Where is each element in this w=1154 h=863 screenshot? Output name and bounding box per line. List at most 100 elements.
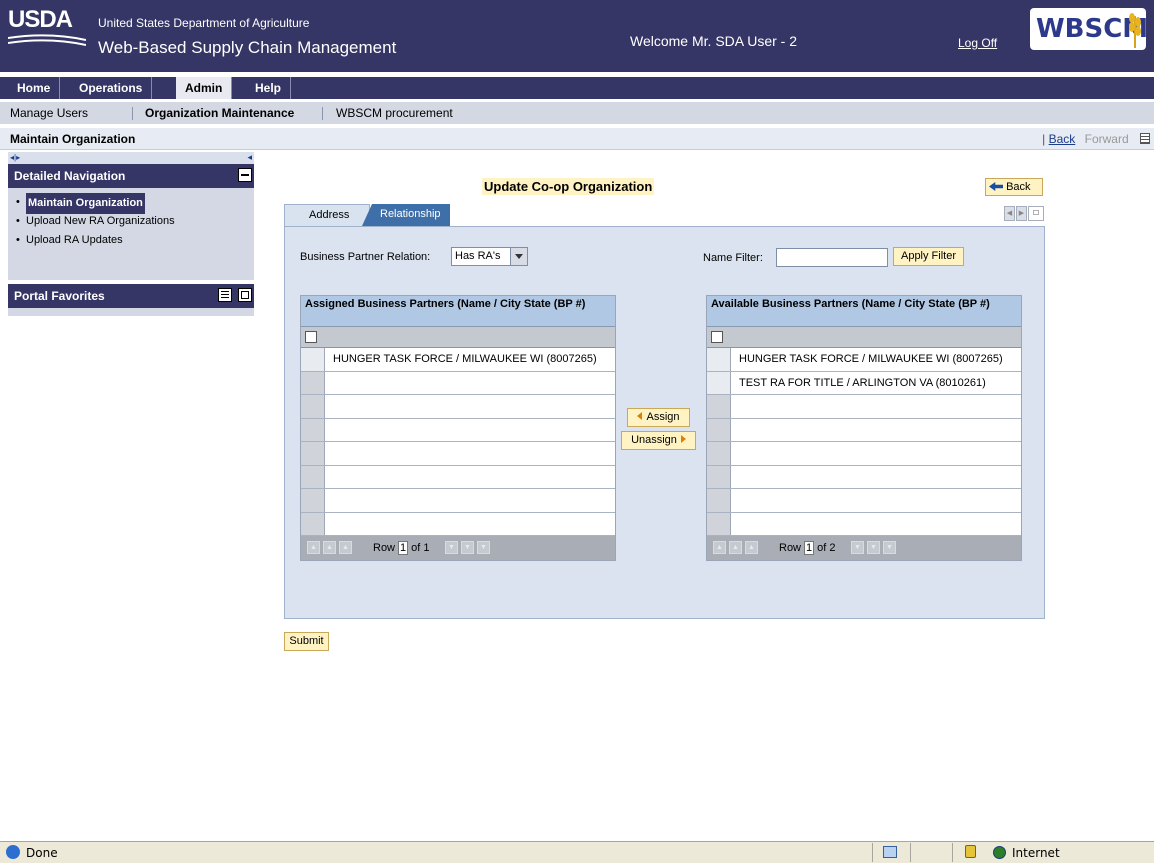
tab-home[interactable]: Home <box>8 77 61 99</box>
next-row-icon[interactable]: ▼ <box>851 541 864 554</box>
first-page-icon[interactable]: ▲ <box>307 541 320 554</box>
prev-row-icon[interactable]: ▲ <box>339 541 352 554</box>
table-row[interactable] <box>301 489 615 513</box>
prev-page-icon[interactable]: ▲ <box>323 541 336 554</box>
table-row[interactable] <box>301 465 615 489</box>
table-row[interactable] <box>707 489 1021 513</box>
security-zone: Internet <box>1012 846 1060 860</box>
row-selector[interactable] <box>301 489 325 512</box>
table-row[interactable] <box>707 465 1021 489</box>
row-selector[interactable] <box>707 418 731 441</box>
collapse-arrow-icon[interactable]: ◂ <box>247 152 252 163</box>
nav-item-upload-new-ra[interactable]: • Upload New RA Organizations <box>16 212 254 231</box>
arrow-right-icon <box>680 435 686 443</box>
row-number-input[interactable]: 1 <box>804 541 815 555</box>
row-selector[interactable] <box>301 418 325 441</box>
row-selector[interactable] <box>301 442 325 465</box>
row-selector[interactable] <box>707 348 731 371</box>
tab-admin[interactable]: Admin <box>176 77 233 99</box>
table-row[interactable] <box>301 442 615 466</box>
table-row[interactable] <box>301 512 615 536</box>
row-number-input[interactable]: 1 <box>398 541 409 555</box>
table-row[interactable] <box>707 512 1021 536</box>
usda-logo: USDA <box>8 8 86 50</box>
expand-arrows-icon[interactable]: ◂|▸ <box>10 153 20 162</box>
table-row[interactable] <box>707 395 1021 419</box>
row-selector[interactable] <box>707 442 731 465</box>
form-title: Update Co-op Organization <box>482 178 655 195</box>
last-page-icon[interactable]: ▼ <box>883 541 896 554</box>
lock-icon <box>965 845 976 858</box>
row-selector[interactable] <box>301 512 325 535</box>
back-button[interactable]: Back <box>985 178 1043 196</box>
table-row[interactable]: TEST RA FOR TITLE / ARLINGTON VA (801026… <box>707 371 1021 395</box>
table-pager: ▲ ▲ ▲ Row 1 of 1 ▼ ▼ ▼ <box>301 536 615 560</box>
row-selector[interactable] <box>301 348 325 371</box>
assign-button[interactable]: Assign <box>627 408 690 427</box>
apply-filter-button[interactable]: Apply Filter <box>893 247 964 266</box>
name-filter-input[interactable] <box>776 248 888 267</box>
row-selector[interactable] <box>301 395 325 418</box>
minimize-icon[interactable] <box>238 168 252 182</box>
page-menu-icon[interactable] <box>1140 133 1150 144</box>
left-navigation: ◂|▸ ◂ Detailed Navigation • Maintain Orga… <box>8 152 254 316</box>
table-row[interactable] <box>707 442 1021 466</box>
usda-swoosh-icon <box>8 34 86 46</box>
wbscm-logo: WBSCM <box>1030 8 1146 50</box>
bp-relation-select[interactable]: Has RA's <box>451 247 528 266</box>
maximize-icon[interactable] <box>238 288 252 302</box>
select-all-icon[interactable] <box>305 331 317 343</box>
last-page-icon[interactable]: ▼ <box>477 541 490 554</box>
favorites-menu-icon[interactable] <box>218 288 232 302</box>
table-row[interactable] <box>301 371 615 395</box>
tab-relationship[interactable]: Relationship <box>362 204 450 226</box>
tab-pager: ◀ ▶ ☐ <box>1004 206 1044 222</box>
history-forward-link[interactable]: Forward <box>1085 132 1129 146</box>
subnav-organization-maintenance[interactable]: Organization Maintenance <box>145 102 294 124</box>
tab-help[interactable]: Help <box>246 77 292 99</box>
unassign-button[interactable]: Unassign <box>621 431 696 450</box>
row-selector[interactable] <box>707 512 731 535</box>
first-page-icon[interactable]: ▲ <box>713 541 726 554</box>
row-selector[interactable] <box>707 465 731 488</box>
assigned-partners-table: Assigned Business Partners (Name / City … <box>300 295 616 561</box>
subnav-divider <box>132 107 133 120</box>
select-all-icon[interactable] <box>711 331 723 343</box>
table-row[interactable] <box>301 395 615 419</box>
row-selector[interactable] <box>707 371 731 394</box>
table-row[interactable]: HUNGER TASK FORCE / MILWAUKEE WI (800726… <box>707 348 1021 372</box>
table-pager: ▲ ▲ ▲ Row 1 of 2 ▼ ▼ ▼ <box>707 536 1021 560</box>
tab-address[interactable]: Address <box>284 204 370 226</box>
sub-navigation: Manage Users Organization Maintenance WB… <box>0 102 1154 124</box>
next-row-icon[interactable]: ▼ <box>445 541 458 554</box>
detailed-navigation-body: • Maintain Organization • Upload New RA Or… <box>8 188 254 280</box>
row-selector[interactable] <box>707 489 731 512</box>
logoff-link[interactable]: Log Off <box>958 36 997 50</box>
ie-page-icon <box>6 845 20 859</box>
assigned-table-title: Assigned Business Partners (Name / City … <box>301 296 615 327</box>
welcome-message: Welcome Mr. SDA User - 2 <box>630 33 798 49</box>
prev-page-icon[interactable]: ▲ <box>729 541 742 554</box>
row-selector[interactable] <box>301 371 325 394</box>
next-page-icon[interactable]: ▼ <box>867 541 880 554</box>
tab-prev-icon[interactable]: ◀ <box>1004 206 1015 221</box>
tab-list-icon[interactable]: ☐ <box>1028 206 1044 221</box>
nav-item-maintain-organization[interactable]: • Maintain Organization <box>16 193 254 214</box>
table-row[interactable] <box>707 418 1021 442</box>
tab-operations[interactable]: Operations <box>70 77 153 99</box>
table-row[interactable] <box>301 418 615 442</box>
history-back-link[interactable]: Back <box>1049 132 1076 146</box>
prev-row-icon[interactable]: ▲ <box>745 541 758 554</box>
nav-item-upload-ra-updates[interactable]: • Upload RA Updates <box>16 231 254 250</box>
submit-button[interactable]: Submit <box>284 632 329 651</box>
arrow-left-icon <box>637 412 643 420</box>
row-selector[interactable] <box>707 395 731 418</box>
row-selector[interactable] <box>301 465 325 488</box>
next-page-icon[interactable]: ▼ <box>461 541 474 554</box>
subnav-wbscm-procurement[interactable]: WBSCM procurement <box>336 102 453 124</box>
page-title: Maintain Organization <box>10 132 136 146</box>
subnav-manage-users[interactable]: Manage Users <box>10 102 88 124</box>
table-row[interactable]: HUNGER TASK FORCE / MILWAUKEE WI (800726… <box>301 348 615 372</box>
browser-status-bar: Done Internet <box>0 841 1154 863</box>
tab-next-icon[interactable]: ▶ <box>1016 206 1027 221</box>
